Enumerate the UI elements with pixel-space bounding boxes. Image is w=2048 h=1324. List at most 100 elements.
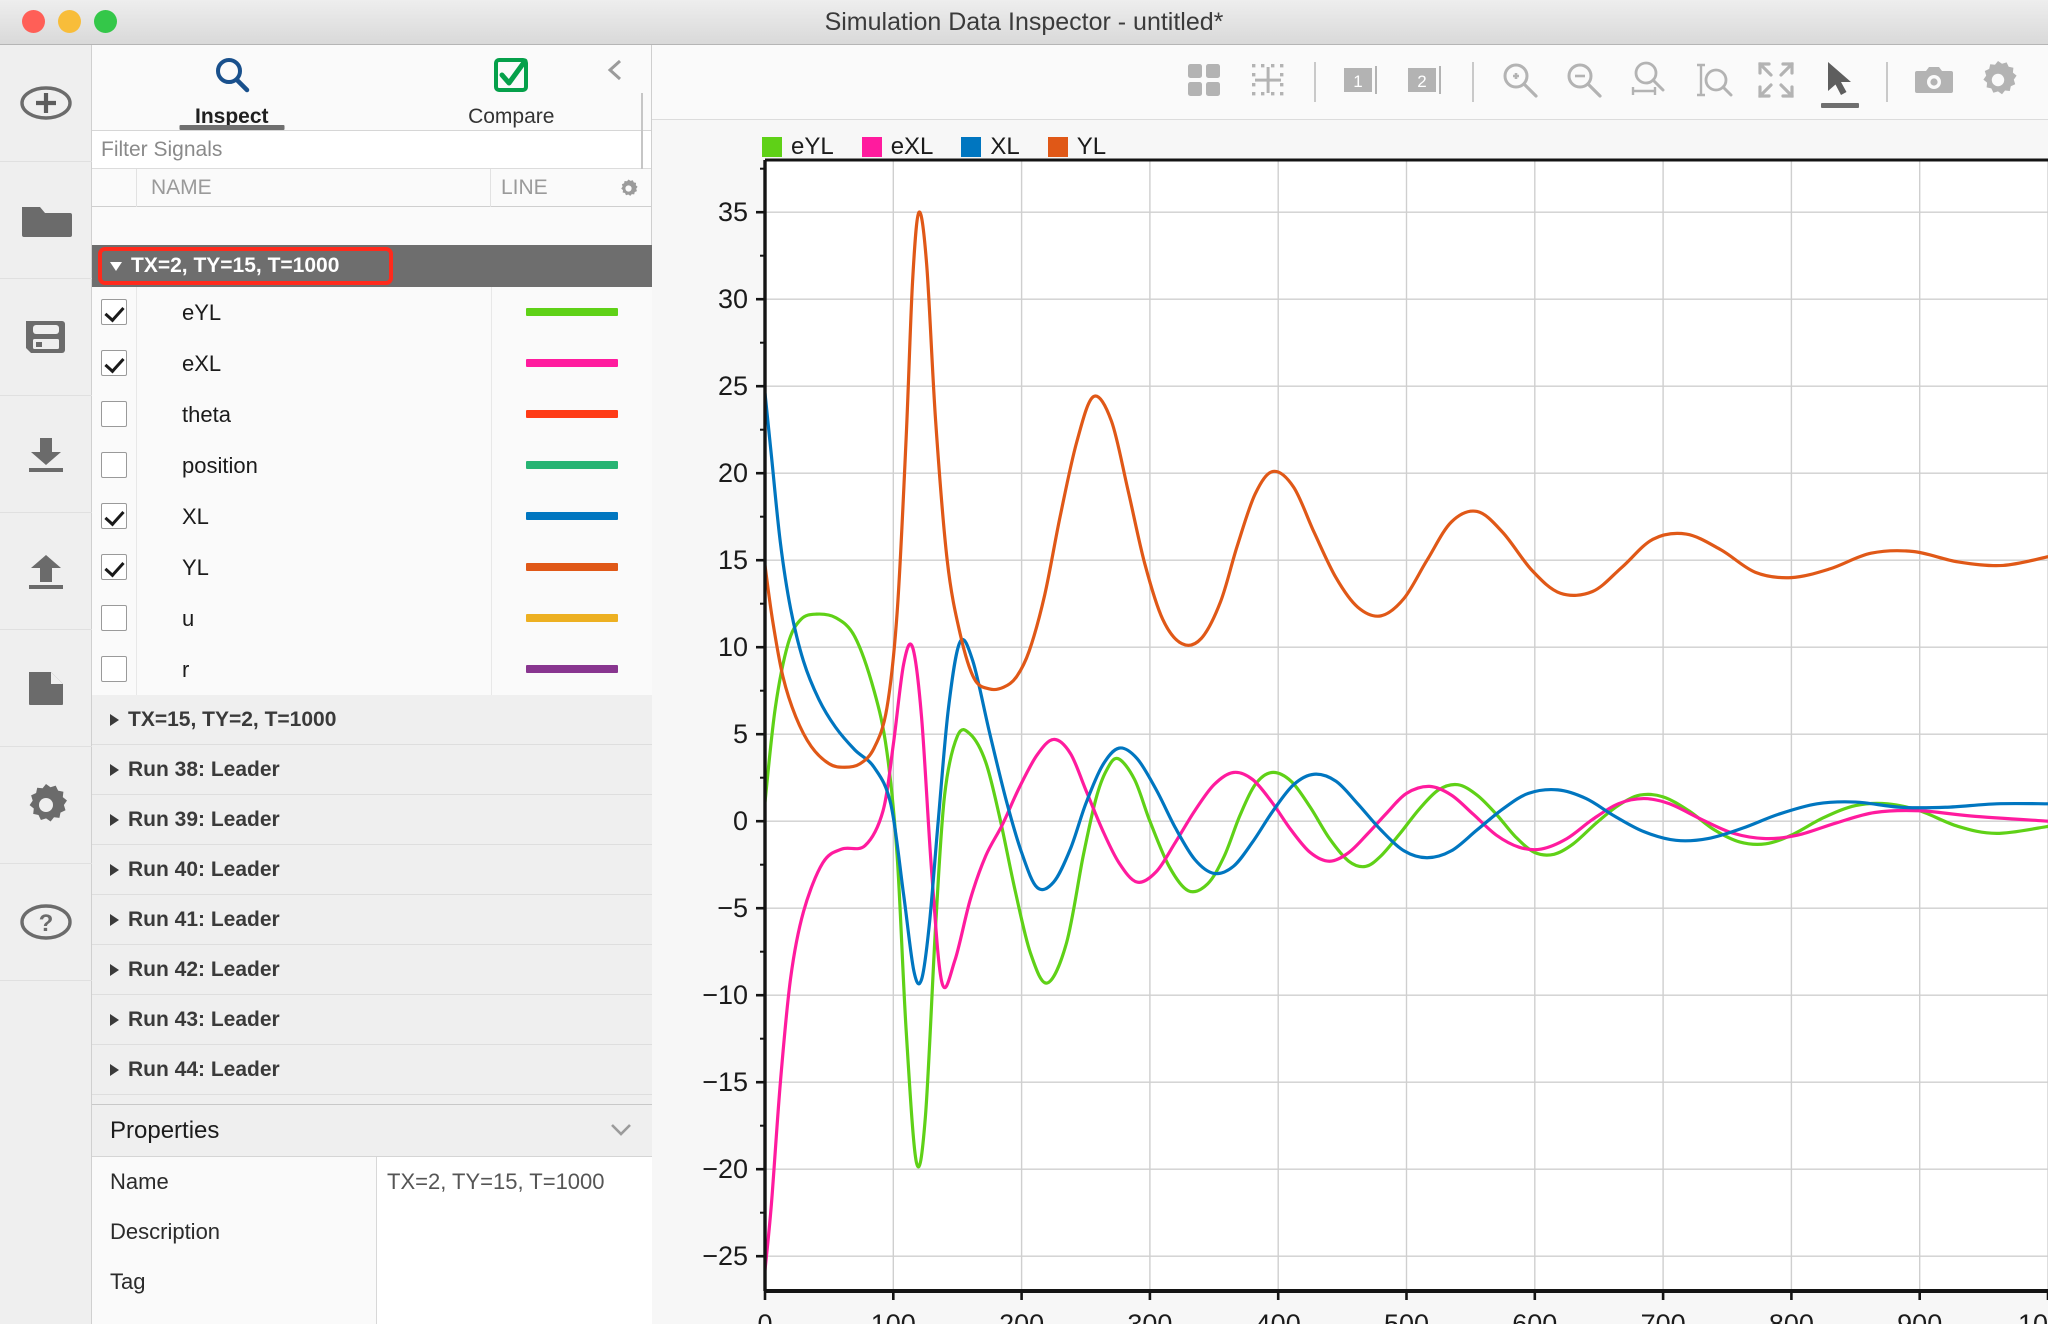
properties-header[interactable]: Properties bbox=[92, 1105, 652, 1157]
preferences-button[interactable] bbox=[0, 747, 92, 864]
signal-checkbox[interactable] bbox=[101, 503, 127, 529]
caret-right-icon[interactable] bbox=[110, 813, 119, 826]
search-icon bbox=[210, 53, 254, 102]
chart-container[interactable]: −25 −20 −15 −10 −5 0 5 10 15 20 25 30 35 0 100 200 300 40… bbox=[652, 120, 2048, 1324]
run-label: Run 42: Leader bbox=[128, 957, 280, 981]
signal-checkbox[interactable] bbox=[101, 554, 127, 580]
zoom-x-button[interactable] bbox=[1616, 50, 1680, 114]
signal-line-cell[interactable] bbox=[492, 644, 652, 695]
caret-right-icon[interactable] bbox=[110, 713, 119, 726]
signal-checkbox[interactable] bbox=[101, 656, 127, 682]
x-tick-label: 1000 bbox=[2018, 1309, 2048, 1324]
caret-right-icon[interactable] bbox=[110, 863, 119, 876]
signal-checkbox-cell[interactable] bbox=[92, 388, 137, 440]
signal-row[interactable]: position bbox=[92, 439, 652, 491]
signal-row[interactable]: u bbox=[92, 592, 652, 644]
run-group-header[interactable]: TX=15, TY=2, T=1000 bbox=[92, 695, 652, 745]
property-value[interactable] bbox=[377, 1207, 652, 1257]
grid-lines-button[interactable] bbox=[1236, 50, 1300, 114]
signal-checkbox-cell[interactable] bbox=[92, 541, 137, 593]
save-button[interactable] bbox=[0, 279, 92, 396]
signal-line-cell[interactable] bbox=[492, 338, 652, 389]
open-folder-button[interactable] bbox=[0, 162, 92, 279]
search-input[interactable] bbox=[101, 137, 651, 162]
pointer-button[interactable] bbox=[1808, 50, 1872, 114]
property-value[interactable] bbox=[377, 1257, 652, 1307]
signal-checkbox-cell[interactable] bbox=[92, 643, 137, 695]
signal-checkbox-cell[interactable] bbox=[92, 337, 137, 389]
signal-checkbox[interactable] bbox=[101, 299, 127, 325]
header-name-column: NAME bbox=[137, 168, 491, 207]
signal-checkbox-cell[interactable] bbox=[92, 286, 137, 338]
report-button[interactable] bbox=[0, 630, 92, 747]
help-button[interactable]: ? bbox=[0, 864, 92, 981]
signal-row[interactable]: eXL bbox=[92, 337, 652, 389]
tab-inspect[interactable]: Inspect bbox=[92, 45, 372, 130]
caret-right-icon[interactable] bbox=[110, 1063, 119, 1076]
run-group-header[interactable]: Run 41: Leader bbox=[92, 895, 652, 945]
caret-down-icon[interactable] bbox=[110, 261, 122, 271]
folder-icon bbox=[20, 199, 72, 241]
signal-row[interactable]: r bbox=[92, 643, 652, 695]
signal-plot[interactable]: −25 −20 −15 −10 −5 0 5 10 15 20 25 30 35 0 100 200 300 40… bbox=[652, 120, 2048, 1324]
run-group-header[interactable]: Run 39: Leader bbox=[92, 795, 652, 845]
run-group-header[interactable]: Run 43: Leader bbox=[92, 995, 652, 1045]
y-tick-label: 35 bbox=[718, 197, 748, 227]
axis-2-button[interactable]: 2 bbox=[1394, 50, 1458, 114]
export-button[interactable] bbox=[0, 513, 92, 630]
run-group-header[interactable]: Run 44: Leader bbox=[92, 1045, 652, 1095]
signal-checkbox[interactable] bbox=[101, 605, 127, 631]
x-tick-label: 600 bbox=[1512, 1309, 1557, 1324]
axis-1-icon: 1 bbox=[1340, 62, 1384, 103]
plot-pane: 1 2 eYL eXL XL YL −25 −20 −15 −10 −5 0 5… bbox=[652, 45, 2048, 1324]
subplot-layout-button[interactable] bbox=[1172, 50, 1236, 114]
run-group-header[interactable]: Run 38: Leader bbox=[92, 745, 652, 795]
signal-row[interactable]: theta bbox=[92, 388, 652, 440]
add-button[interactable] bbox=[0, 45, 92, 162]
signal-line-cell[interactable] bbox=[492, 593, 652, 644]
zoom-in-button[interactable] bbox=[1488, 50, 1552, 114]
signal-row[interactable]: eYL bbox=[92, 286, 652, 338]
chevron-down-icon[interactable] bbox=[608, 1120, 634, 1145]
sparse-grid-icon bbox=[1250, 62, 1286, 103]
signal-line-cell[interactable] bbox=[492, 491, 652, 542]
zoom-out-button[interactable] bbox=[1552, 50, 1616, 114]
signal-table-header: NAME LINE bbox=[92, 168, 651, 207]
signal-row[interactable]: YL bbox=[92, 541, 652, 593]
signal-color-swatch bbox=[526, 512, 618, 520]
signal-checkbox[interactable] bbox=[101, 350, 127, 376]
signal-checkbox[interactable] bbox=[101, 401, 127, 427]
signal-line-cell[interactable] bbox=[492, 542, 652, 593]
property-value[interactable]: TX=2, TY=15, T=1000 bbox=[377, 1157, 652, 1207]
run-label: Run 39: Leader bbox=[128, 807, 280, 831]
column-settings-gear-icon[interactable] bbox=[618, 178, 639, 204]
settings-button[interactable] bbox=[1966, 50, 2030, 114]
signal-line-cell[interactable] bbox=[492, 440, 652, 491]
run-group-header[interactable]: Run 40: Leader bbox=[92, 845, 652, 895]
filter-signals-bar[interactable] bbox=[92, 131, 651, 169]
snapshot-button[interactable] bbox=[1902, 50, 1966, 114]
axis-1-button[interactable]: 1 bbox=[1330, 50, 1394, 114]
caret-right-icon[interactable] bbox=[110, 963, 119, 976]
signal-checkbox[interactable] bbox=[101, 452, 127, 478]
signal-color-swatch bbox=[526, 614, 618, 622]
caret-right-icon[interactable] bbox=[110, 763, 119, 776]
signal-checkbox-cell[interactable] bbox=[92, 592, 137, 644]
run-group-header[interactable]: Run 42: Leader bbox=[92, 945, 652, 995]
signal-checkbox-cell[interactable] bbox=[92, 439, 137, 491]
signal-line-cell[interactable] bbox=[492, 287, 652, 338]
signal-row[interactable]: XL bbox=[92, 490, 652, 542]
signal-color-swatch bbox=[526, 563, 618, 571]
run-group-header-selected[interactable]: TX=2, TY=15, T=1000 bbox=[92, 245, 652, 287]
signal-run-list[interactable]: TX=2, TY=15, T=1000 eYL eXL theta position X… bbox=[92, 245, 652, 1149]
caret-right-icon[interactable] bbox=[110, 1013, 119, 1026]
add-icon bbox=[19, 83, 73, 123]
signal-line-cell[interactable] bbox=[492, 389, 652, 440]
signal-checkbox-cell[interactable] bbox=[92, 490, 137, 542]
chevron-left-icon[interactable] bbox=[603, 57, 629, 83]
zoom-y-button[interactable] bbox=[1680, 50, 1744, 114]
x-tick-label: 900 bbox=[1897, 1309, 1942, 1324]
fit-to-view-button[interactable] bbox=[1744, 50, 1808, 114]
import-button[interactable] bbox=[0, 396, 92, 513]
caret-right-icon[interactable] bbox=[110, 913, 119, 926]
